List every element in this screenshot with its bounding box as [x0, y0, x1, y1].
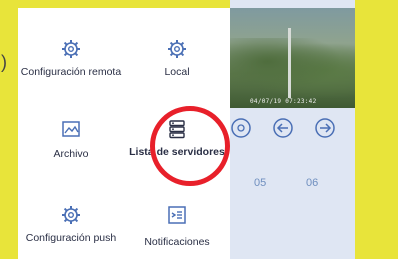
image-icon — [62, 121, 80, 137]
menu-item-archive[interactable]: Archivo — [18, 118, 124, 160]
timeline-label: 06 — [306, 177, 319, 189]
highlight-circle — [150, 106, 230, 186]
camera-scene-post — [288, 28, 291, 98]
menu-item-push-config[interactable]: Configuración push — [18, 204, 124, 244]
arrow-right-circle-icon[interactable] — [314, 117, 336, 139]
menu-panel: Configuración remota Local Archivo Lista… — [18, 8, 230, 259]
camera-scene — [230, 38, 355, 98]
settings-circle-icon[interactable] — [230, 117, 252, 139]
live-view-panel: 04/07/19 07:23:42 05 06 — [230, 0, 355, 259]
menu-item-remote-config[interactable]: Configuración remota — [18, 38, 124, 78]
gear-icon — [168, 40, 186, 58]
menu-item-label: Archivo — [53, 148, 89, 160]
right-background — [355, 0, 398, 259]
timeline-label: 05 — [254, 177, 267, 189]
camera-preview[interactable]: 04/07/19 07:23:42 — [230, 8, 355, 108]
gear-icon — [62, 206, 80, 224]
menu-item-label: Notificaciones — [144, 236, 210, 248]
left-fragment-text: ) — [1, 52, 7, 72]
gear-icon — [62, 40, 80, 58]
playback-controls — [230, 117, 355, 141]
menu-item-label: Local — [164, 66, 190, 78]
menu-item-label: Configuración remota — [20, 66, 122, 78]
menu-item-label: Configuración push — [25, 232, 117, 244]
menu-item-local[interactable]: Local — [124, 38, 230, 78]
camera-timestamp: 04/07/19 07:23:42 — [250, 98, 317, 105]
arrow-left-circle-icon[interactable] — [272, 117, 294, 139]
notification-icon — [168, 206, 186, 224]
left-background: ) — [0, 0, 18, 259]
menu-item-notifications[interactable]: Notificaciones — [124, 204, 230, 248]
